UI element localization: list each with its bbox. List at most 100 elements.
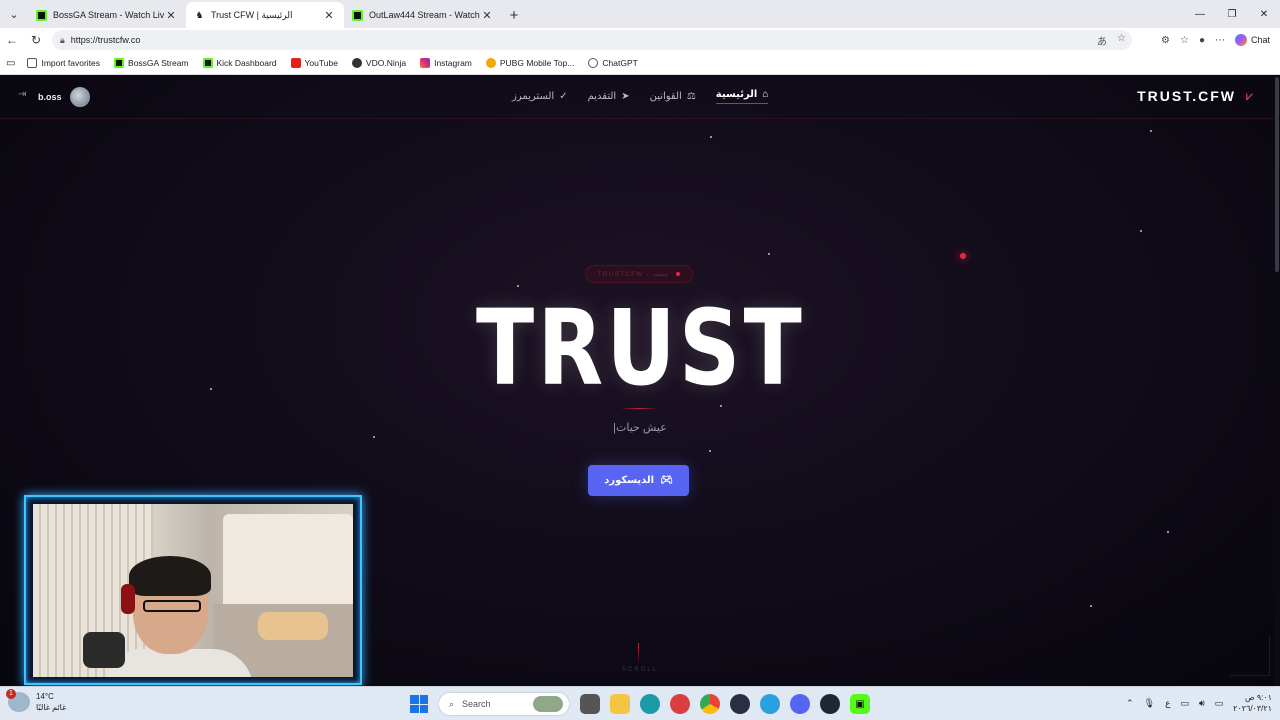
nav-label: الرئيسية — [715, 89, 758, 100]
nav-apply[interactable]: ➤ التقديم — [588, 89, 630, 104]
bookmark-youtube[interactable]: YouTube — [290, 58, 338, 68]
bookmark-label: BossGA Stream — [128, 58, 189, 68]
network-icon[interactable]: ▭ — [1180, 698, 1189, 709]
bookmark-label: ChatGPT — [602, 58, 638, 68]
brand-logo[interactable]: TRUST.CFW ⩗ — [1137, 88, 1260, 104]
bookmark-label: VDO.Ninja — [365, 58, 407, 68]
close-window-icon[interactable]: ✕ — [1248, 0, 1280, 28]
bookmark-bossga[interactable]: BossGA Stream — [114, 58, 189, 68]
status-dot-icon — [676, 272, 681, 276]
copilot-chat-button[interactable]: Chat — [1234, 34, 1270, 46]
chrome-icon[interactable] — [700, 694, 720, 714]
tab-outlaw[interactable]: OutLaw444 Stream - Watch Live o ✕ — [344, 2, 502, 28]
extensions-icon[interactable]: ⚙ — [1161, 35, 1170, 46]
main-menu: ⌂ الرئيسية ⚖ القوانين ➤ التقديم ✓ الستري… — [512, 89, 769, 104]
user-profile[interactable]: b.oss — [38, 87, 90, 107]
address-toolbar: ← ↻ 🔒︎ https://trustcfw.co あ ☆ ⚙ ☆ ● ⋯ C… — [0, 28, 1280, 52]
brand-text: TRUST.CFW — [1137, 88, 1236, 104]
tab-bossga[interactable]: BossGA Stream - Watch Live on Ki ✕ — [28, 2, 186, 28]
nav-rules[interactable]: ⚖ القوانين — [650, 89, 696, 104]
language-indicator[interactable]: ع — [1165, 698, 1170, 709]
tray-overflow-icon[interactable]: ⌃ — [1126, 698, 1134, 709]
search-icon: ⌕ — [449, 698, 455, 709]
close-icon[interactable]: ✕ — [480, 9, 494, 22]
windows-taskbar: 1 14°C غائم غالبًا ⌕ Search ▣ ⌃ 🎙︎ ع ▭ 🔊… — [0, 686, 1280, 720]
vdo-ninja-icon — [351, 58, 362, 68]
microphone-icon[interactable]: 🎙︎ — [1144, 698, 1155, 709]
favorites-icon[interactable]: ☆ — [1180, 35, 1189, 46]
tab-title: BossGA Stream - Watch Live on Ki — [53, 10, 164, 20]
battery-icon[interactable]: ▭ — [1215, 698, 1224, 709]
favorite-star-icon[interactable]: ☆ — [1117, 33, 1126, 48]
tab-actions-icon[interactable]: ⌄ — [0, 0, 28, 28]
nav-streamers[interactable]: ✓ الستريمرز — [512, 89, 568, 104]
brand-mark-icon: ⩗ — [1246, 89, 1255, 103]
more-icon[interactable]: ⋯ — [1215, 35, 1225, 46]
app-red-icon[interactable] — [670, 694, 690, 714]
refresh-icon[interactable]: ↻ — [24, 28, 48, 52]
discord-button[interactable]: 🎮︎ الديسكورد — [588, 465, 689, 496]
headset — [121, 584, 135, 614]
background-star — [1090, 605, 1092, 607]
volume-icon[interactable]: 🔊︎ — [1199, 698, 1205, 709]
lock-icon[interactable]: 🔒︎ — [60, 35, 65, 46]
translate-icon[interactable]: あ — [1097, 33, 1107, 48]
url-field[interactable]: 🔒︎ https://trustcfw.co あ ☆ — [52, 30, 1132, 50]
back-icon[interactable]: ← — [0, 28, 24, 52]
sidebar-toggle-icon[interactable]: ▭ — [6, 58, 15, 69]
weather-desc: غائم غالبًا — [36, 703, 67, 712]
tab-trust[interactable]: ♞ Trust CFW | الرئيسية ✕ — [186, 2, 344, 28]
trust-icon: ♞ — [195, 9, 204, 20]
bookmark-instagram[interactable]: Instagram — [420, 58, 472, 68]
edge-icon[interactable] — [640, 694, 660, 714]
pillow — [258, 612, 328, 640]
close-icon[interactable]: ✕ — [322, 9, 336, 22]
youtube-icon — [290, 58, 301, 68]
glasses — [143, 600, 201, 612]
bookmark-label: PUBG Mobile Top... — [499, 58, 575, 68]
scroll-indicator[interactable]: SCROLL — [620, 667, 660, 673]
close-icon[interactable]: ✕ — [164, 9, 178, 22]
page-scrollbar[interactable] — [1274, 75, 1280, 686]
glow-dot — [960, 253, 966, 259]
taskbar-clock[interactable]: ٩:٠١ ص ٢٠٢٦/٠٣/٢١ — [1233, 692, 1272, 714]
scrollbar-thumb[interactable] — [1275, 77, 1279, 272]
background-star — [1140, 230, 1142, 232]
bookmark-pubg[interactable]: PUBG Mobile Top... — [485, 58, 575, 68]
windows-start-icon[interactable] — [410, 695, 428, 713]
discord-taskbar-icon[interactable] — [790, 694, 810, 714]
weather-temp: 14°C — [36, 692, 54, 701]
bookmark-vdo-ninja[interactable]: VDO.Ninja — [351, 58, 407, 68]
kick-studio-icon[interactable]: ▣ — [850, 694, 870, 714]
bookmark-kick-dashboard[interactable]: Kick Dashboard — [202, 58, 277, 68]
task-view-icon[interactable] — [580, 694, 600, 714]
home-icon: ⌂ — [762, 89, 769, 100]
file-explorer-icon[interactable] — [610, 694, 630, 714]
restore-icon[interactable]: ❐ — [1216, 0, 1248, 28]
weather-icon: 1 — [6, 689, 30, 712]
system-tray: ⌃ 🎙︎ ع ▭ 🔊︎ ▭ ٩:٠١ ص ٢٠٢٦/٠٣/٢١ — [1126, 692, 1272, 714]
microphone — [83, 632, 125, 668]
profile-icon[interactable]: ● — [1199, 35, 1205, 46]
pill-text: TRUSTCFW · تيست — [597, 271, 669, 278]
nav-label: القوانين — [649, 91, 682, 102]
taskbar-search[interactable]: ⌕ Search — [438, 692, 570, 716]
bookmark-chatgpt[interactable]: ChatGPT — [588, 58, 638, 68]
steam-icon[interactable] — [820, 694, 840, 714]
background-star — [709, 450, 711, 452]
minimize-icon[interactable]: — — [1184, 0, 1216, 28]
scale-icon: ⚖ — [686, 91, 696, 102]
telegram-icon[interactable] — [760, 694, 780, 714]
discord-label: الديسكورد — [604, 475, 655, 486]
send-icon: ➤ — [621, 91, 630, 102]
logout-icon[interactable]: ⇥ — [18, 89, 26, 100]
new-tab-button[interactable]: + — [502, 2, 526, 28]
bookmark-label: Instagram — [434, 58, 472, 68]
chatgpt-icon — [588, 58, 599, 68]
kick-icon — [114, 58, 125, 68]
weather-widget[interactable]: 1 14°C غائم غالبًا — [6, 689, 67, 713]
obs-icon[interactable] — [730, 694, 750, 714]
nav-home[interactable]: ⌂ الرئيسية — [715, 89, 769, 104]
bookmark-import[interactable]: Import favorites — [27, 58, 100, 68]
search-placeholder: Search — [462, 699, 491, 709]
